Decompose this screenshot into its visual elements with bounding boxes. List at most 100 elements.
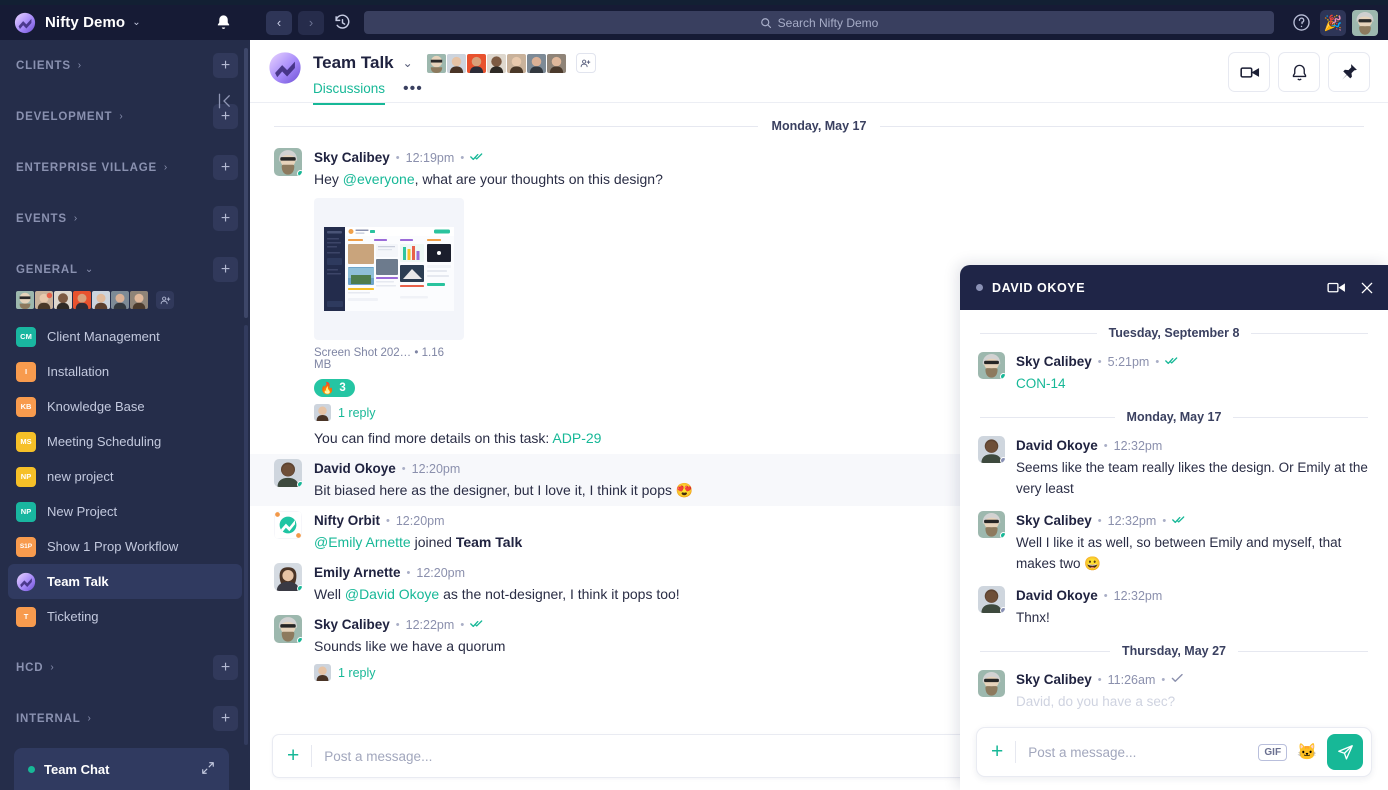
reaction-badge[interactable]: 🔥 3 [314,379,355,397]
sidebar-group-development[interactable]: DEVELOPMENT › + [0,91,250,142]
day-separator-label: Monday, May 17 [1126,410,1222,424]
channel-members-avatars[interactable] [426,53,596,73]
add-to-general-button[interactable]: + [213,257,238,282]
add-to-hcd-button[interactable]: + [213,655,238,680]
party-popper-icon: 🎉 [1323,14,1343,32]
sidebar-group-hcd[interactable]: HCD › + [0,642,250,693]
sticker-icon[interactable]: 🐱 [1297,742,1317,762]
sidebar-item-ticketing[interactable]: T Ticketing [8,599,242,634]
tab-discussions[interactable]: Discussions [313,81,386,105]
attachment[interactable]: Screen Shot 202… • 1.16 MB [314,198,464,371]
top-bar: Nifty Demo ⌄ ‹ › Search Nifty Demo 🎉 [0,5,1388,40]
sidebar-item-label: Knowledge Base [47,399,145,414]
sidebar-item-installation[interactable]: I Installation [8,354,242,389]
pin-button[interactable] [1328,52,1370,92]
help-button[interactable] [1288,10,1314,36]
sidebar-group-internal[interactable]: INTERNAL › + [0,693,250,744]
channel-name-ref: Team Talk [455,534,523,550]
avatar[interactable] [274,615,302,643]
sidebar-item-new-project-lower[interactable]: NP new project [8,459,242,494]
avatar[interactable] [978,352,1005,379]
single-check-icon [1171,673,1183,686]
mention-everyone[interactable]: @everyone [343,171,415,187]
avatar[interactable] [978,436,1005,463]
notifications-button[interactable] [1278,52,1320,92]
mention-emily-arnette[interactable]: @Emily Arnette [314,534,411,550]
avatar[interactable] [274,563,302,591]
presence-indicator [1000,373,1005,379]
sidebar-group-enterprise-village[interactable]: ENTERPRISE VILLAGE › + [0,142,250,193]
avatar[interactable] [978,511,1005,538]
group-label: GENERAL [16,263,78,276]
user-avatar[interactable] [1352,9,1378,36]
expand-icon[interactable] [201,761,215,778]
forward-button[interactable]: › [298,10,324,35]
add-attachment-button[interactable]: + [287,744,299,768]
message-author: Sky Calibey [314,617,390,632]
dm-video-call-button[interactable] [1327,281,1345,295]
presence-indicator [1000,457,1005,463]
sidebar-item-meeting-scheduling[interactable]: MS Meeting Scheduling [8,424,242,459]
separator-dot: • [386,514,390,527]
avatar-image [978,670,1005,697]
message-author: Sky Calibey [1016,672,1092,687]
chevron-right-icon: › [73,213,78,224]
message-time: 12:32pm [1113,588,1163,603]
avatar [446,53,466,73]
chevron-down-icon[interactable]: ⌄ [403,56,413,70]
add-to-events-button[interactable]: + [213,206,238,231]
avatar[interactable] [978,586,1005,613]
message-author: David Okoye [1016,588,1098,603]
add-to-internal-button[interactable]: + [213,706,238,731]
avatar[interactable] [978,670,1005,697]
presence-indicator [1000,607,1005,613]
channel-more-menu-button[interactable]: ••• [403,80,423,105]
history-button[interactable] [330,11,354,35]
add-person-icon[interactable] [575,53,596,73]
avatar[interactable] [274,459,302,487]
dm-add-attachment-button[interactable]: + [991,740,1003,764]
team-chat-bar[interactable]: Team Chat [14,748,229,790]
task-link-con-14[interactable]: CON-14 [1016,376,1066,391]
sidebar-item-label: Meeting Scheduling [47,434,162,449]
replies-count-label: 1 reply [338,665,376,680]
gif-button[interactable]: GIF [1258,743,1288,761]
workspace-switcher[interactable]: Nifty Demo ⌄ [0,5,250,40]
avatar[interactable] [274,148,302,176]
search-input[interactable]: Search Nifty Demo [364,11,1274,34]
add-to-clients-button[interactable]: + [213,53,238,78]
sidebar-item-label: new project [47,469,114,484]
dm-close-button[interactable] [1359,280,1375,296]
attachment-thumbnail[interactable] [314,198,464,340]
add-to-enterprise-village-button[interactable]: + [213,155,238,180]
sidebar-group-clients[interactable]: CLIENTS › + [0,40,250,91]
whats-new-button[interactable]: 🎉 [1320,9,1346,36]
sidebar-item-knowledge-base[interactable]: KB Knowledge Base [8,389,242,424]
sidebar-item-show-1-prop-workflow[interactable]: S1P Show 1 Prop Workflow [8,529,242,564]
dm-message-input[interactable] [1028,744,1259,760]
attachment-meta: Screen Shot 202… • 1.16 MB [314,347,464,371]
dm-panel-title: DAVID OKOYE [992,280,1086,295]
send-button[interactable] [1327,734,1363,770]
message-time: 12:20pm [395,513,445,528]
sidebar-item-client-management[interactable]: CM Client Management [8,319,242,354]
divider [1015,741,1017,763]
fire-emoji-icon: 🔥 [320,383,335,395]
sidebar-item-new-project[interactable]: NP New Project [8,494,242,529]
mention-david-okoye[interactable]: @David Okoye [345,586,439,602]
task-link-adp-29[interactable]: ADP-29 [552,430,601,446]
sidebar-group-general[interactable]: GENERAL ⌄ + [0,244,250,295]
message-author: Sky Calibey [314,150,390,165]
message-text: Well I like it as well, so between Emily… [1016,535,1342,571]
sidebar-item-label: Installation [47,364,110,379]
channel-logo-icon [269,52,301,84]
collapse-sidebar-icon[interactable] [215,92,233,115]
back-button[interactable]: ‹ [266,10,292,35]
sidebar-item-team-talk[interactable]: Team Talk [8,564,242,599]
video-call-button[interactable] [1228,52,1270,92]
sidebar-group-events[interactable]: EVENTS › + [0,193,250,244]
notifications-bell-button[interactable] [215,14,232,31]
text-part: You can find more details on this task: [314,430,553,446]
sidebar: CLIENTS › + DEVELOPMENT › + ENTERPRISE V… [0,40,250,790]
dm-message-composer[interactable]: + GIF 🐱 [976,727,1372,777]
